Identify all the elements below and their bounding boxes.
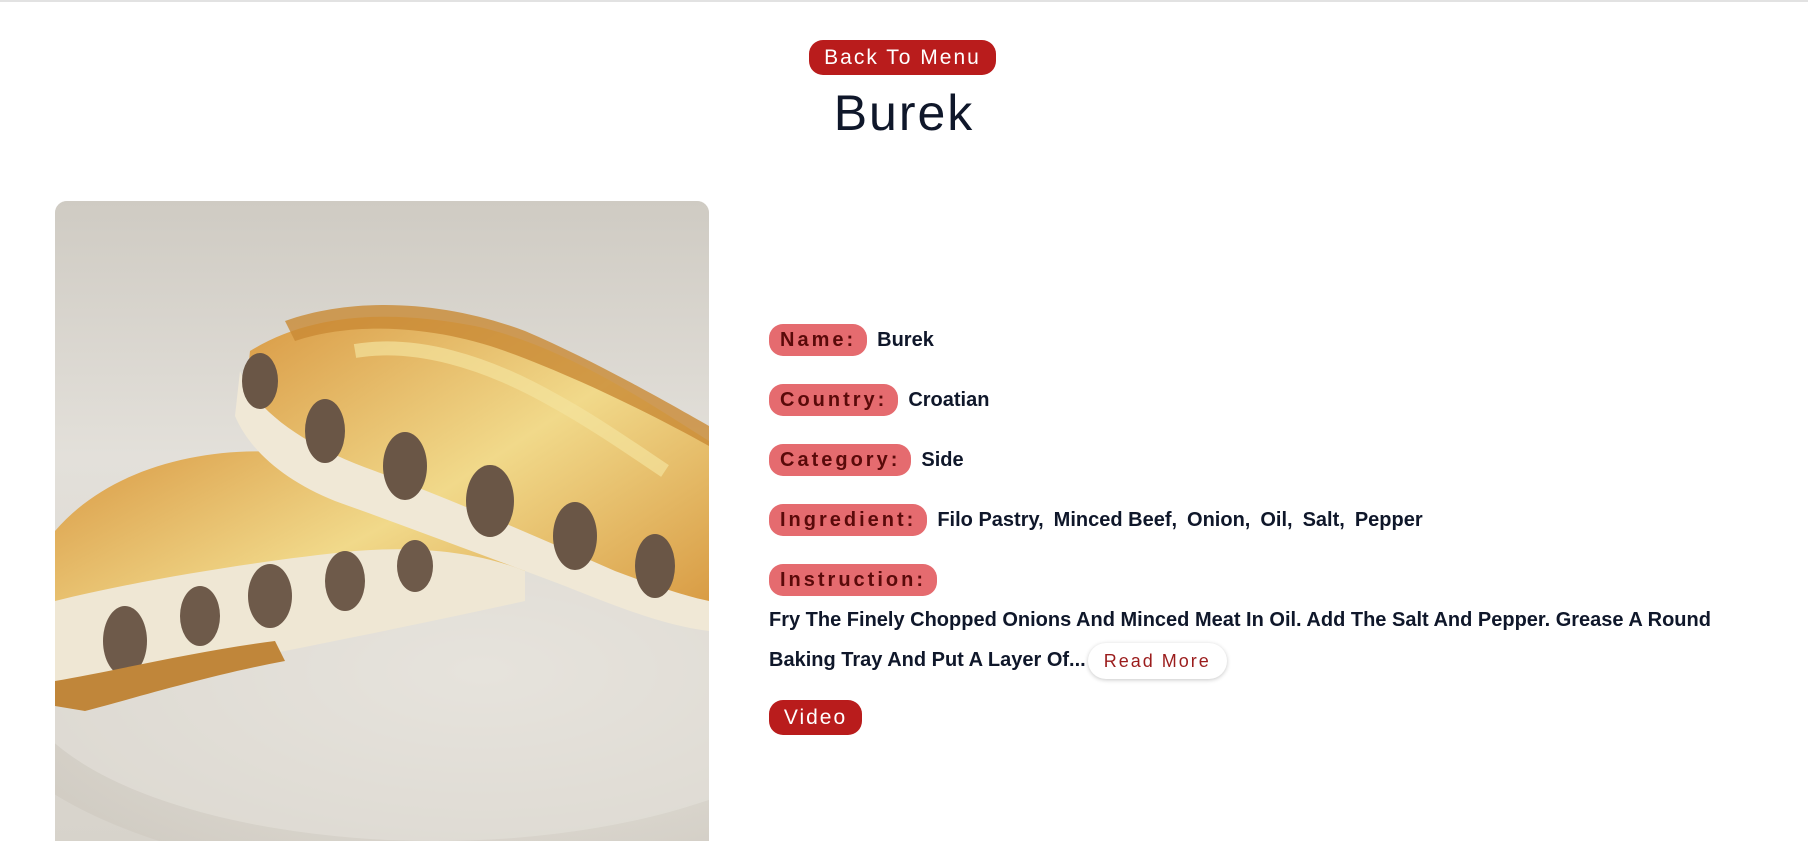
country-label: Country:	[769, 384, 899, 416]
category-label: Category:	[769, 444, 912, 476]
name-row: Name: Burek	[769, 324, 934, 356]
ingredient-item: Oil,	[1260, 508, 1293, 531]
page-title: Burek	[833, 85, 975, 141]
instruction-label: Instruction:	[769, 564, 937, 596]
read-more-button[interactable]: Read More	[1087, 642, 1227, 679]
country-value: Croatian	[908, 388, 990, 411]
ingredient-label: Ingredient:	[769, 504, 928, 536]
ingredient-row: Ingredient: Filo Pastry, Minced Beef, Onio…	[769, 504, 1433, 536]
ingredient-item: Salt,	[1302, 508, 1345, 531]
name-label: Name:	[769, 324, 868, 356]
instruction-row: Instruction:	[769, 564, 937, 596]
instruction-body: Fry The Finely Chopped Onions And Minced…	[769, 609, 1711, 671]
top-divider	[0, 0, 1808, 2]
ingredient-item: Pepper	[1354, 508, 1423, 531]
meal-image	[55, 201, 709, 841]
ingredient-list: Filo Pastry, Minced Beef, Onion, Oil, Salt, P…	[937, 509, 1432, 532]
video-button[interactable]: Video	[769, 700, 862, 735]
name-value: Burek	[877, 328, 934, 351]
category-value: Side	[921, 448, 964, 471]
ingredient-item: Minced Beef,	[1053, 508, 1178, 531]
country-row: Country: Croatian	[769, 384, 989, 416]
instruction-text: Fry The Finely Chopped Onions And Minced…	[769, 600, 1729, 680]
food-photo-icon	[55, 201, 709, 841]
back-to-menu-button[interactable]: Back To Menu	[809, 40, 996, 75]
category-row: Category: Side	[769, 444, 964, 476]
ingredient-item: Onion,	[1187, 508, 1251, 531]
ingredient-item: Filo Pastry,	[937, 508, 1044, 531]
